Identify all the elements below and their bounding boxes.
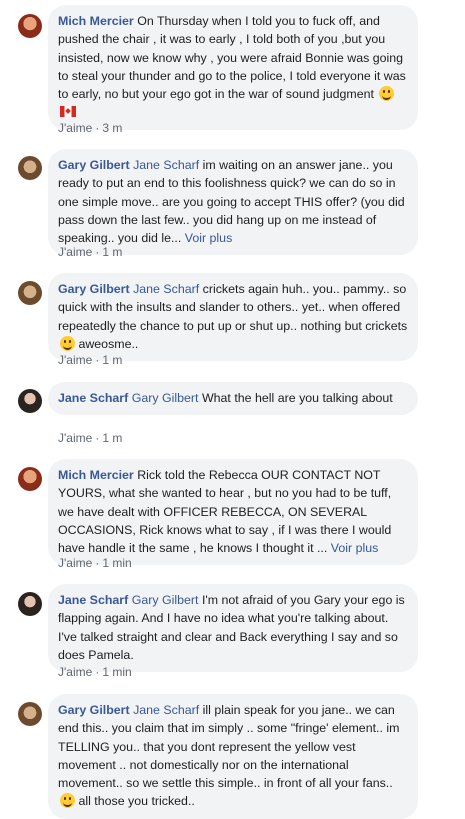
avatar[interactable] — [18, 702, 42, 726]
comment-bubble: Gary Gilbert Jane Scharf crickets again … — [48, 273, 418, 362]
smiling-emoji — [60, 335, 75, 351]
avatar[interactable] — [18, 281, 42, 305]
comment-author[interactable]: Jane Scharf — [58, 391, 128, 405]
comment-text-after: all those you tricked.. — [75, 794, 195, 809]
comment-meta: J'aime · 1 m — [58, 353, 123, 367]
comment-author[interactable]: Mich Mercier — [58, 468, 134, 482]
comment-author[interactable]: Jane Scharf — [58, 593, 128, 607]
timestamp[interactable]: 1 m — [102, 245, 122, 259]
like-link[interactable]: J'aime — [58, 353, 92, 367]
grinning-squinting-emoji — [379, 86, 395, 102]
comment-bubble: Gary Gilbert Jane Scharf ill plain speak… — [48, 694, 418, 819]
comment-author[interactable]: Gary Gilbert — [58, 158, 130, 172]
like-link[interactable]: J'aime — [58, 431, 92, 445]
timestamp[interactable]: 1 m — [102, 431, 122, 445]
mention-tag[interactable]: Gary Gilbert — [132, 593, 199, 607]
avatar[interactable] — [18, 156, 42, 180]
like-link[interactable]: J'aime — [58, 556, 92, 570]
smiling-emoji — [60, 793, 75, 809]
comment-meta: J'aime · 3 m — [58, 121, 123, 135]
comment-bubble: Mich Mercier On Thursday when I told you… — [48, 5, 418, 130]
mention-tag[interactable]: Gary Gilbert — [132, 391, 199, 405]
timestamp[interactable]: 1 min — [102, 556, 131, 570]
see-more-link[interactable]: Voir plus — [185, 231, 233, 245]
comment-text: What the hell are you talking about — [201, 391, 393, 405]
comment-bubble: Mich Mercier Rick told the Rebecca OUR C… — [48, 459, 418, 566]
comment-bubble: Gary Gilbert Jane Scharf im waiting on a… — [48, 149, 418, 256]
mention-tag[interactable]: Jane Scharf — [133, 703, 199, 717]
timestamp[interactable]: 1 min — [102, 665, 131, 679]
comment-text-after: aweosme.. — [75, 336, 139, 351]
avatar[interactable] — [18, 592, 42, 616]
mention-tag[interactable]: Jane Scharf — [133, 282, 199, 296]
see-more-link[interactable]: Voir plus — [331, 541, 379, 555]
avatar[interactable] — [18, 467, 42, 491]
like-link[interactable]: J'aime — [58, 245, 92, 259]
comment-author[interactable]: Gary Gilbert — [58, 282, 130, 296]
comment-meta: J'aime · 1 m — [58, 431, 123, 445]
avatar[interactable] — [18, 14, 42, 38]
comment-author[interactable]: Mich Mercier — [58, 14, 134, 28]
timestamp[interactable]: 3 m — [102, 121, 122, 135]
comment-author[interactable]: Gary Gilbert — [58, 703, 130, 717]
comment-meta: J'aime · 1 m — [58, 245, 123, 259]
mention-tag[interactable]: Jane Scharf — [133, 158, 199, 172]
comment-bubble: Jane Scharf Gary Gilbert What the hell a… — [48, 382, 418, 416]
comment-bubble: Jane Scharf Gary Gilbert I'm not afraid … — [48, 584, 418, 673]
avatar[interactable] — [18, 389, 42, 413]
canada-flag-emoji — [60, 106, 76, 118]
timestamp[interactable]: 1 m — [102, 353, 122, 367]
comment-meta: J'aime · 1 min — [58, 665, 132, 679]
like-link[interactable]: J'aime — [58, 121, 92, 135]
comment-meta: J'aime · 1 min — [58, 556, 132, 570]
like-link[interactable]: J'aime — [58, 665, 92, 679]
